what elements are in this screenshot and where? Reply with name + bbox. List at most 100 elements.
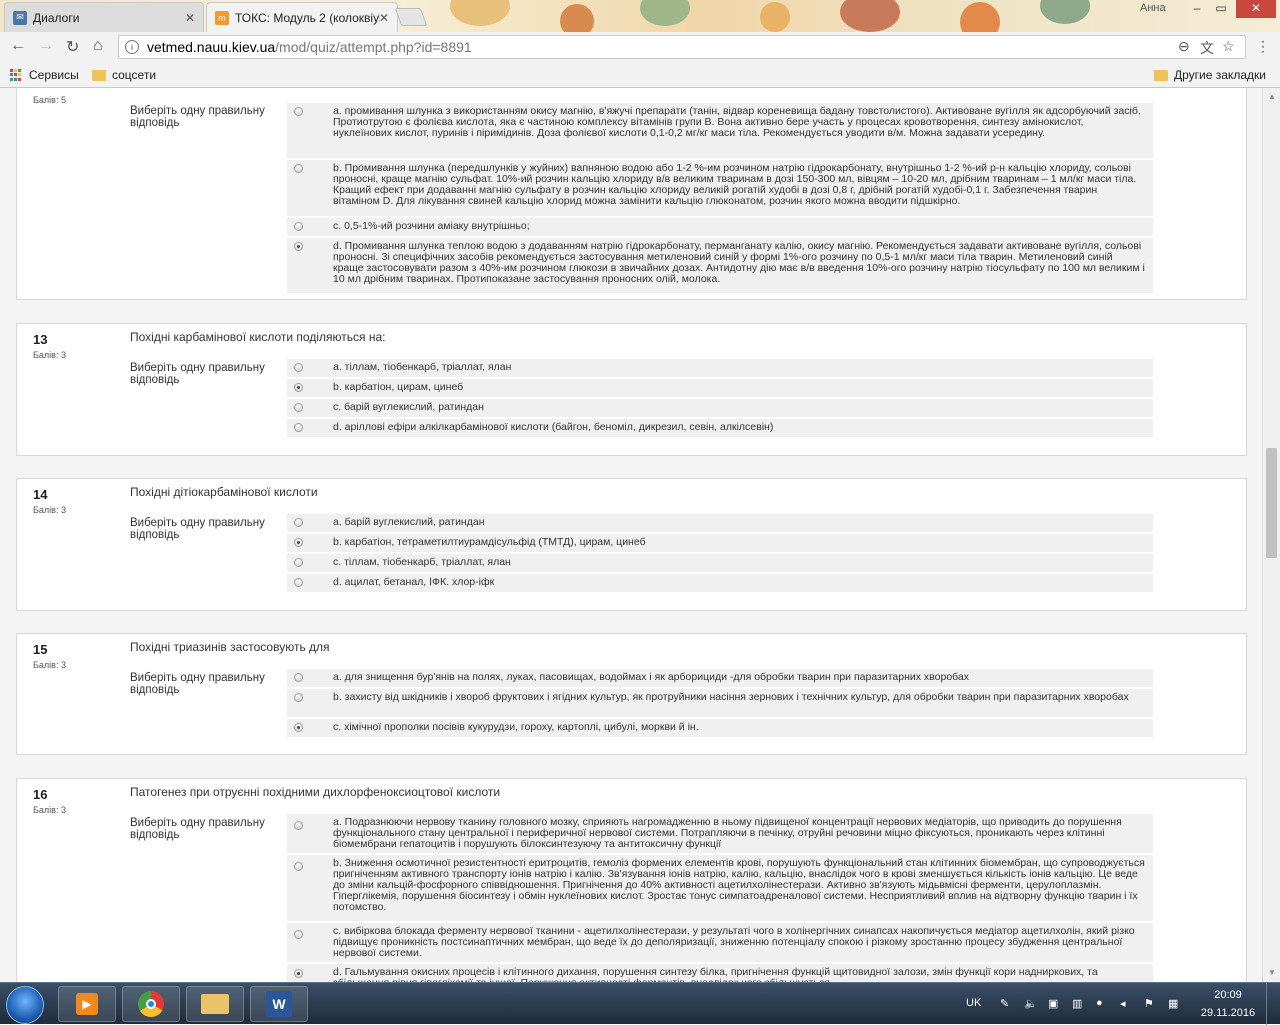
reload-icon[interactable]: ↻ [66, 37, 79, 57]
answer-option[interactable]: a. для знищення бур'янів на полях, луках… [287, 669, 1153, 687]
radio-button[interactable] [294, 107, 303, 116]
answer-option[interactable]: d. Гальмування окисних процесів і клітин… [287, 964, 1153, 982]
bookmark-folder-social[interactable]: соцсети [92, 68, 156, 82]
question-grade: Балів: 5 [33, 95, 66, 105]
profile-name[interactable]: Анна [1140, 2, 1166, 14]
start-button[interactable] [6, 986, 44, 1024]
answer-option[interactable]: c. хімічної прополки посівів кукурудзи, … [287, 719, 1153, 737]
radio-button-selected[interactable] [294, 242, 303, 251]
answer-prompt: Виберіть одну правильну відповідь [130, 817, 265, 841]
decor-shape [1040, 0, 1090, 24]
minimize-icon[interactable]: – [1186, 0, 1208, 18]
forward-icon[interactable]: → [38, 37, 54, 55]
radio-button[interactable] [294, 423, 303, 432]
radio-button-selected[interactable] [294, 723, 303, 732]
tab-quiz[interactable]: m ТОКС: Модуль 2 (колоквіум) ✕ [206, 2, 398, 32]
bookmark-apps[interactable]: Сервисы [10, 68, 79, 82]
answer-option[interactable]: a. Подразнюючи нервову тканину головного… [287, 814, 1153, 853]
question-text: Похідні триазинів застосовують для [130, 640, 330, 654]
answer-option[interactable]: d. ацилат, бетанал, ІФК. хлор-іфк [287, 574, 1153, 592]
info-icon[interactable]: i [125, 40, 139, 54]
radio-button-selected[interactable] [294, 538, 303, 547]
show-desktop-button[interactable] [1266, 983, 1280, 1025]
star-icon[interactable]: ☆ [1222, 38, 1235, 55]
scrollbar-thumb[interactable] [1266, 448, 1277, 558]
answer-option[interactable]: d. Промивання шлунка теплою водою з дода… [287, 238, 1153, 293]
close-window-icon[interactable]: ✕ [1236, 0, 1276, 18]
taskbar-chrome[interactable] [122, 986, 180, 1022]
radio-button[interactable] [294, 558, 303, 567]
radio-button-selected[interactable] [294, 383, 303, 392]
scroll-up-icon[interactable]: ▲ [1268, 92, 1276, 101]
volume-icon[interactable]: 🔈 [1024, 997, 1038, 1010]
language-indicator[interactable]: UK [966, 997, 981, 1009]
tab-label: Диалоги [33, 10, 80, 25]
flag-icon[interactable]: ⚑ [1144, 997, 1154, 1010]
tab-label: ТОКС: Модуль 2 (колоквіум) [235, 10, 380, 25]
answer-option[interactable]: b. Зниження осмотичної резистентності ер… [287, 855, 1153, 921]
close-icon[interactable]: ✕ [185, 11, 195, 25]
answer-option[interactable]: c. 0,5-1%-ий розчини аміаку внутрішньо; [287, 218, 1153, 236]
new-tab-button[interactable] [394, 8, 428, 26]
answer-prompt: Виберіть одну правильну відповідь [130, 105, 265, 129]
tray-app-icon[interactable]: ✎ [1000, 997, 1009, 1010]
taskbar-media-player[interactable]: ▶ [58, 986, 116, 1022]
scroll-down-icon[interactable]: ▼ [1268, 968, 1276, 977]
menu-icon[interactable]: ⋮ [1256, 38, 1270, 55]
answer-text: a. Подразнюючи нервову тканину головного… [333, 816, 1122, 850]
radio-button[interactable] [294, 693, 303, 702]
radio-button[interactable] [294, 222, 303, 231]
taskbar-explorer[interactable] [186, 986, 244, 1022]
radio-button[interactable] [294, 578, 303, 587]
answer-option[interactable]: a. барій вуглекислий, ратиндан [287, 514, 1153, 532]
question-16: 16 Балів: 3 Патогенез при отруєнні похід… [16, 778, 1247, 982]
bookmark-other[interactable]: Другие закладки [1154, 68, 1266, 82]
zoom-icon[interactable]: ⊖ [1178, 38, 1190, 55]
tray-app-icon[interactable]: ▣ [1048, 997, 1058, 1010]
clock-time[interactable]: 20:09 [1200, 989, 1256, 1001]
translate-icon[interactable]: 文 [1200, 38, 1214, 58]
radio-button[interactable] [294, 164, 303, 173]
question-text: Похідні карбамінової кислоти поділяються… [130, 330, 386, 344]
address-bar[interactable]: i vetmed.nauu.kiev.ua /mod/quiz/attempt.… [118, 35, 1246, 59]
radio-button[interactable] [294, 363, 303, 372]
tray-app-icon[interactable]: ● [1096, 997, 1103, 1009]
radio-button[interactable] [294, 930, 303, 939]
answer-option[interactable]: b. Промивання шлунка (передшлунків у жуй… [287, 160, 1153, 216]
page-scrollbar[interactable]: ▲ ▼ [1262, 88, 1280, 982]
answer-text: b. захисту від шкідників і хвороб фрукто… [333, 691, 1129, 703]
bookmark-label: Другие закладки [1174, 68, 1266, 82]
answer-option[interactable]: d. аріллові ефіри алкілкарбамінової кисл… [287, 419, 1153, 437]
answer-option[interactable]: c. вибіркова блокада ферменту нервової т… [287, 923, 1153, 962]
answer-option[interactable]: c. барій вуглекислий, ратиндан [287, 399, 1153, 417]
radio-button[interactable] [294, 862, 303, 871]
question-number: 16 [33, 787, 48, 802]
bookmark-label: Сервисы [29, 68, 79, 82]
taskbar-word[interactable]: W [250, 986, 308, 1022]
maximize-icon[interactable]: ▭ [1210, 0, 1232, 18]
answer-option[interactable]: b. карбатіон, цирам, цинеб [287, 379, 1153, 397]
radio-button[interactable] [294, 821, 303, 830]
answer-text: a. тіллам, тіобенкарб, тріаллат, ялан [333, 361, 512, 373]
decor-shape [960, 2, 1000, 32]
answer-option[interactable]: b. захисту від шкідників і хвороб фрукто… [287, 689, 1153, 717]
home-icon[interactable]: ⌂ [93, 37, 103, 55]
answer-option[interactable]: a. промивання шлунка з використанням оки… [287, 103, 1153, 158]
back-icon[interactable]: ← [10, 37, 26, 55]
tray-app-icon[interactable]: ◂ [1120, 997, 1126, 1010]
decor-shape [840, 0, 900, 32]
answer-text: c. вибіркова блокада ферменту нервової т… [333, 925, 1135, 959]
answer-option[interactable]: c. тіллам, тіобенкарб, тріаллат, ялан [287, 554, 1153, 572]
close-icon[interactable]: ✕ [379, 11, 389, 25]
answer-option[interactable]: a. тіллам, тіобенкарб, тріаллат, ялан [287, 359, 1153, 377]
moodle-icon: m [215, 10, 229, 25]
network-icon[interactable]: ▥ [1072, 997, 1082, 1010]
answer-option[interactable]: b. карбатіон, тетраметилтиурамдісульфід … [287, 534, 1153, 552]
clock-date[interactable]: 29.11.2016 [1196, 1007, 1260, 1019]
radio-button-selected[interactable] [294, 969, 303, 978]
radio-button[interactable] [294, 673, 303, 682]
radio-button[interactable] [294, 518, 303, 527]
radio-button[interactable] [294, 403, 303, 412]
tray-app-icon[interactable]: ▦ [1168, 997, 1178, 1010]
tab-dialogs[interactable]: ✉ Диалоги ✕ [4, 2, 204, 32]
